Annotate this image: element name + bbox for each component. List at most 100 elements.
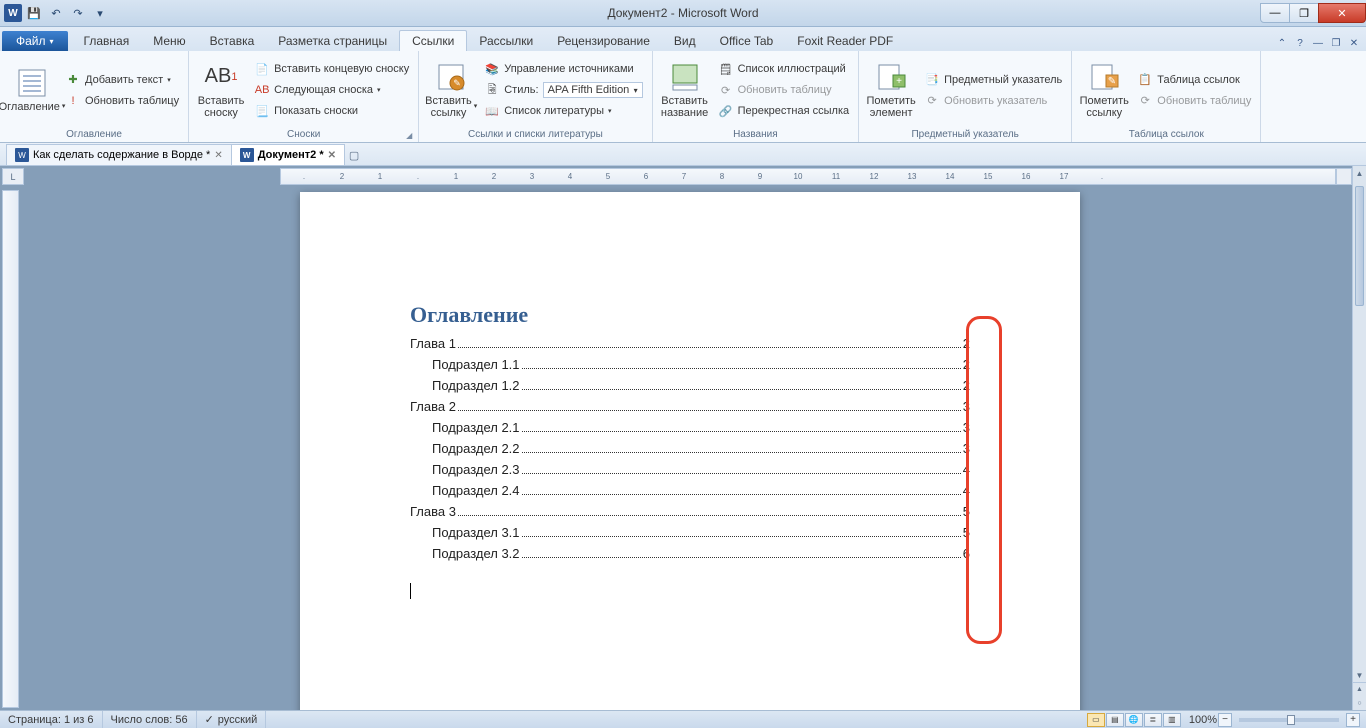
- zoom-in-button[interactable]: +: [1346, 713, 1360, 727]
- document-tabs: W Как сделать содержание в Ворде * ✕ W Д…: [0, 143, 1366, 166]
- zoom-slider[interactable]: [1239, 718, 1339, 722]
- qat-redo[interactable]: ↷: [68, 3, 88, 23]
- close-tab-icon[interactable]: ✕: [328, 150, 336, 161]
- status-page[interactable]: Страница: 1 из 6: [0, 711, 103, 728]
- document-tab-label: Документ2 *: [258, 149, 324, 161]
- insert-endnote-button[interactable]: 📄Вставить концевую сноску: [251, 59, 412, 79]
- tab-review[interactable]: Рецензирование: [545, 31, 662, 51]
- view-full-screen[interactable]: ▤: [1106, 713, 1124, 727]
- toc-entry[interactable]: Глава 2 3: [410, 399, 970, 414]
- help-button[interactable]: ?: [1292, 35, 1308, 51]
- app-icon[interactable]: W: [4, 4, 22, 22]
- bibliography-button[interactable]: 📖Список литературы ▾: [481, 101, 645, 121]
- footnote-launcher[interactable]: ◢: [406, 131, 412, 140]
- view-outline[interactable]: ≣: [1144, 713, 1162, 727]
- minimize-button[interactable]: —: [1260, 3, 1290, 23]
- scroll-up-icon[interactable]: ▲: [1353, 166, 1366, 180]
- zoom-level[interactable]: 100%: [1189, 714, 1217, 726]
- toc-entry[interactable]: Подраздел 1.2 2: [410, 378, 970, 393]
- update-figures-button[interactable]: ⟳Обновить таблицу: [715, 80, 853, 100]
- tab-office-tab[interactable]: Office Tab: [708, 31, 786, 51]
- mark-citation-button[interactable]: ✎ Пометить ссылку: [1078, 53, 1130, 127]
- zoom-knob[interactable]: [1287, 715, 1295, 725]
- toc-entry-text: Глава 1: [410, 336, 456, 351]
- insert-index-button[interactable]: 📑Предметный указатель: [921, 70, 1065, 90]
- mark-entry-button[interactable]: + Пометить элемент: [865, 53, 917, 127]
- show-notes-button[interactable]: 📃Показать сноски: [251, 101, 412, 121]
- tab-selector[interactable]: L: [2, 168, 24, 185]
- citation-style-combo[interactable]: 🗟Стиль: APA Fifth Edition: [481, 80, 645, 100]
- toc-entry[interactable]: Глава 1 2: [410, 336, 970, 351]
- insert-citation-button[interactable]: ✎ Вставить ссылку▾: [425, 53, 477, 127]
- file-tab[interactable]: Файл: [2, 31, 68, 51]
- style-icon: 🗟: [484, 82, 500, 98]
- toc-entry[interactable]: Подраздел 1.1 2: [410, 357, 970, 372]
- scroll-down-icon[interactable]: ▼: [1353, 668, 1366, 682]
- tab-mailings[interactable]: Рассылки: [467, 31, 545, 51]
- view-draft[interactable]: ▥: [1163, 713, 1181, 727]
- group-index: + Пометить элемент 📑Предметный указатель…: [859, 51, 1072, 142]
- vertical-ruler[interactable]: [2, 190, 19, 708]
- tab-insert[interactable]: Вставка: [198, 31, 267, 51]
- toc-entry[interactable]: Подраздел 3.2 6: [410, 546, 970, 561]
- update-index-button[interactable]: ⟳Обновить указатель: [921, 91, 1065, 111]
- view-web-layout[interactable]: 🌐: [1125, 713, 1143, 727]
- mdi-max-icon[interactable]: ❐: [1328, 35, 1344, 51]
- toc-entry[interactable]: Подраздел 2.4 4: [410, 483, 970, 498]
- prev-page-icon[interactable]: ▲: [1353, 683, 1366, 697]
- toc-leader: [522, 431, 961, 432]
- mark-entry-icon: +: [875, 61, 907, 93]
- status-language[interactable]: ✓русский: [197, 711, 267, 728]
- toc-leader: [458, 515, 961, 516]
- scroll-thumb[interactable]: [1355, 186, 1364, 306]
- toc-leader: [522, 452, 961, 453]
- toc-entry[interactable]: Подраздел 2.3 4: [410, 462, 970, 477]
- toc-entry[interactable]: Подраздел 2.2 3: [410, 441, 970, 456]
- browse-object-icon[interactable]: ○: [1353, 697, 1366, 711]
- refresh-icon: !: [65, 93, 81, 109]
- add-text-button[interactable]: ✚Добавить текст ▾: [62, 70, 182, 90]
- qat-customize[interactable]: ▾: [90, 3, 110, 23]
- toc-button[interactable]: Оглавление▾: [6, 53, 58, 127]
- document-page[interactable]: Оглавление Глава 1 2Подраздел 1.1 2Подра…: [300, 192, 1080, 722]
- vertical-scrollbar[interactable]: ▲ ▼ ▲ ○: [1352, 166, 1366, 710]
- maximize-button[interactable]: ❐: [1289, 3, 1319, 23]
- next-footnote-button[interactable]: ABСледующая сноска ▾: [251, 80, 412, 100]
- minimize-ribbon-button[interactable]: ⌃: [1274, 35, 1290, 51]
- update-toa-button[interactable]: ⟳Обновить таблицу: [1134, 91, 1254, 111]
- toc-entry[interactable]: Глава 3 5: [410, 504, 970, 519]
- insert-toa-button[interactable]: 📋Таблица ссылок: [1134, 70, 1254, 90]
- insert-caption-button[interactable]: Вставить название: [659, 53, 711, 127]
- ruler-toggle[interactable]: [1336, 168, 1352, 185]
- mdi-close-icon[interactable]: ✕: [1346, 35, 1362, 51]
- toc-entry[interactable]: Подраздел 3.1 5: [410, 525, 970, 540]
- new-document-tab[interactable]: ▢: [344, 146, 364, 165]
- close-button[interactable]: ✕: [1318, 3, 1366, 23]
- tab-view[interactable]: Вид: [662, 31, 708, 51]
- cross-reference-button[interactable]: 🔗Перекрестная ссылка: [715, 101, 853, 121]
- mdi-min-icon[interactable]: —: [1310, 35, 1326, 51]
- qat-save[interactable]: 💾: [24, 3, 44, 23]
- qat-undo[interactable]: ↶: [46, 3, 66, 23]
- tab-page-layout[interactable]: Разметка страницы: [266, 31, 399, 51]
- tab-references[interactable]: Ссылки: [399, 30, 467, 51]
- status-word-count[interactable]: Число слов: 56: [103, 711, 197, 728]
- tab-menu[interactable]: Меню: [141, 31, 197, 51]
- document-tab[interactable]: W Как сделать содержание в Ворде * ✕: [6, 144, 232, 165]
- tab-home[interactable]: Главная: [72, 31, 142, 51]
- update-toc-button[interactable]: !Обновить таблицу: [62, 91, 182, 111]
- manage-sources-button[interactable]: 📚Управление источниками: [481, 59, 645, 79]
- show-notes-icon: 📃: [254, 103, 270, 119]
- insert-footnote-button[interactable]: AB1 Вставить сноску: [195, 53, 247, 127]
- close-tab-icon[interactable]: ✕: [214, 150, 222, 161]
- tab-foxit[interactable]: Foxit Reader PDF: [785, 31, 905, 51]
- toc-entry[interactable]: Подраздел 2.1 3: [410, 420, 970, 435]
- toc-leader: [522, 494, 961, 495]
- horizontal-ruler[interactable]: .21.1234567891011121314151617.: [280, 168, 1336, 185]
- style-dropdown[interactable]: APA Fifth Edition: [543, 82, 643, 98]
- zoom-out-button[interactable]: −: [1218, 713, 1232, 727]
- document-tab[interactable]: W Документ2 * ✕: [231, 144, 345, 165]
- view-print-layout[interactable]: ▭: [1087, 713, 1105, 727]
- ribbon: Оглавление▾ ✚Добавить текст ▾ !Обновить …: [0, 51, 1366, 143]
- table-of-figures-button[interactable]: 🗒Список иллюстраций: [715, 59, 853, 79]
